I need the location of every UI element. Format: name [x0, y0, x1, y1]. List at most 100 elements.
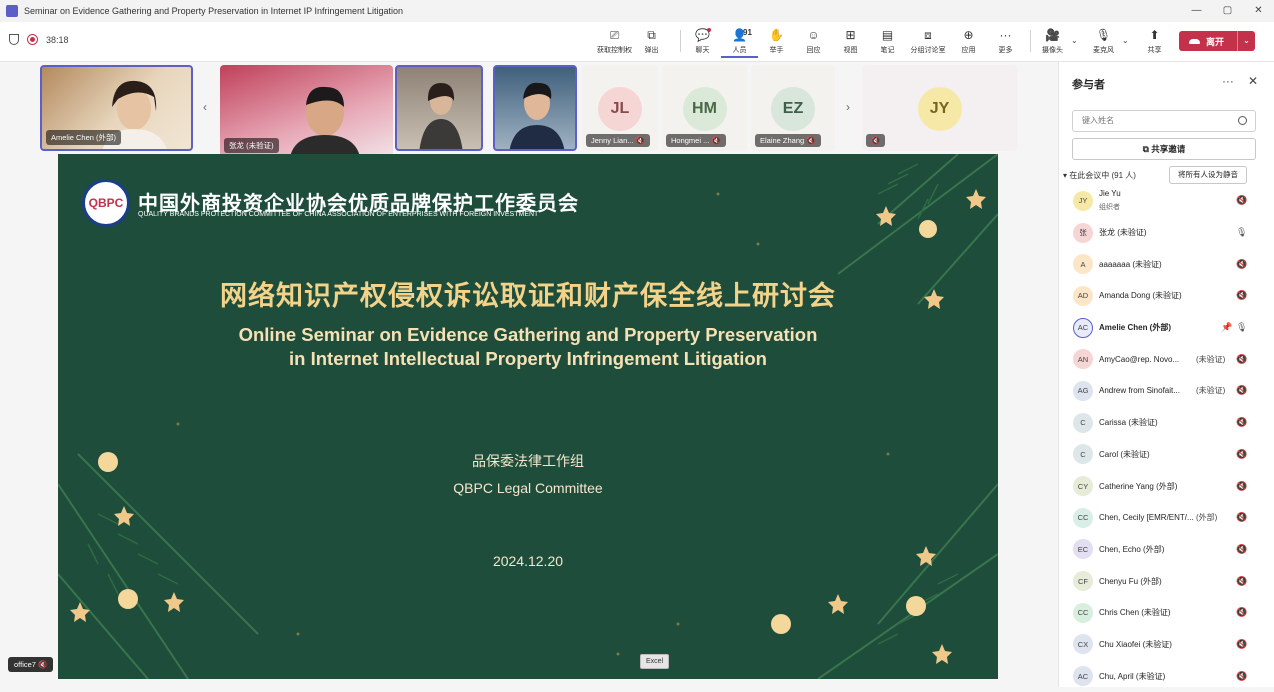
video-tile-elaine[interactable]: EZ Elaine Zhang 🔇: [751, 65, 835, 151]
mic-off-icon[interactable]: 🔇: [1236, 481, 1247, 492]
mic-on-icon[interactable]: 🎙: [1236, 322, 1247, 333]
mic-off-icon[interactable]: 🔇: [1236, 354, 1247, 365]
slide-title-cn: 网络知识产权侵权诉讼取证和财产保全线上研讨会: [220, 281, 836, 311]
participant-row[interactable]: AC Amelie Chen (外部) 📌 🎙: [1059, 312, 1274, 344]
participant-name: Chu Xiaofei (未验证): [1099, 639, 1172, 649]
mic-options-chevron-icon[interactable]: ⌄: [1122, 26, 1136, 58]
avatar: EZ: [771, 87, 815, 131]
mic-off-icon[interactable]: 🔇: [1236, 385, 1247, 396]
raise-hand-button[interactable]: ✋ 举手: [758, 26, 795, 58]
mic-button[interactable]: 🎙 麦克风: [1085, 26, 1122, 58]
participant-row[interactable]: CY Catherine Yang (外部) 🔇: [1059, 470, 1274, 502]
mic-off-icon[interactable]: 🔇: [1236, 195, 1247, 206]
participant-list: JY Jie Yu 组织者 🔇 张张龙 (未验证) 🎙 Aaaaaaaa (未验证) 🔇 AD A…: [1059, 185, 1274, 692]
excel-app-tag[interactable]: Excel: [640, 654, 670, 669]
video-tile-zhanglong[interactable]: 张龙 (未验证): [220, 65, 393, 157]
participant-row[interactable]: CC Chen, Cecily [EMR/ENT/... (外部) 🔇: [1059, 502, 1274, 534]
camera-button[interactable]: 🎥 摄像头: [1034, 26, 1071, 58]
mic-on-icon[interactable]: 🎙: [1236, 227, 1247, 238]
share-link-icon: ⧉: [1142, 144, 1149, 154]
people-button[interactable]: 👤 91 人员: [721, 26, 758, 58]
participant-row[interactable]: C Carissa (未验证) 🔇: [1059, 407, 1274, 439]
mic-off-icon[interactable]: 🔇: [1236, 417, 1247, 428]
avatar: AC: [1073, 666, 1093, 687]
video-tile-hongmei[interactable]: HM Hongmei ... 🔇: [662, 65, 747, 151]
mic-off-icon[interactable]: 🔇: [1236, 449, 1247, 460]
video-tile-amelie[interactable]: Amelie Chen (外部): [40, 65, 193, 151]
toolbar-divider: [680, 30, 681, 52]
camera-options-chevron-icon[interactable]: ⌄: [1071, 26, 1085, 58]
close-window-button[interactable]: ✕: [1243, 0, 1274, 22]
leave-button[interactable]: 离开 ⌄: [1179, 31, 1255, 51]
pin-icon[interactable]: 📌: [1221, 322, 1232, 333]
mute-all-button[interactable]: 将所有人设为静音: [1169, 166, 1247, 184]
mic-off-icon[interactable]: 🔇: [1236, 512, 1247, 523]
participant-tag: (外部): [1196, 513, 1218, 523]
collapse-chevron-icon: ▾: [1063, 171, 1068, 180]
video-tile-participant-4[interactable]: [493, 65, 577, 151]
participant-search-input[interactable]: 键入姓名: [1072, 110, 1256, 132]
meeting-stage: Amelie Chen (外部) ‹ 张龙 (未验证) JL Jenny Lia…: [0, 62, 1058, 687]
share-button[interactable]: ⬆ 共享: [1136, 26, 1173, 58]
meeting-status: 38:18: [9, 34, 69, 45]
avatar: CY: [1073, 476, 1093, 497]
shield-icon[interactable]: [9, 34, 19, 45]
tile-name: 张龙 (未验证): [224, 138, 279, 153]
participant-name: Amanda Dong (未验证): [1099, 291, 1182, 301]
react-button[interactable]: ☺ 回应: [795, 26, 832, 58]
breakout-rooms-button[interactable]: ⧈ 分组讨论室: [906, 26, 950, 58]
apps-button[interactable]: ⊕ 应用: [950, 26, 987, 58]
participant-row[interactable]: AD Amanda Dong (未验证) 🔇: [1059, 280, 1274, 312]
avatar: CC: [1073, 507, 1093, 528]
participant-row[interactable]: CX Chu Xiaofei (未验证) 🔇: [1059, 629, 1274, 661]
mic-off-icon: 🔇: [711, 136, 721, 145]
mic-off-icon[interactable]: 🔇: [1236, 607, 1247, 618]
carousel-next-icon[interactable]: ›: [846, 100, 850, 114]
participant-name: Carissa (未验证): [1099, 418, 1158, 428]
participant-row[interactable]: EC Chen, Echo (外部) 🔇: [1059, 534, 1274, 566]
video-tile-participant-3[interactable]: [395, 65, 483, 151]
leave-options-chevron-icon[interactable]: ⌄: [1237, 31, 1255, 51]
participant-name: 张龙 (未验证): [1099, 228, 1147, 238]
participant-row[interactable]: AN AmyCao@rep. Novo... (未验证) 🔇: [1059, 343, 1274, 375]
avatar: AG: [1073, 380, 1093, 401]
notes-button[interactable]: ▤ 笔记: [869, 26, 906, 58]
pop-out-button[interactable]: ⧉ 弹出: [633, 26, 670, 58]
carousel-prev-icon[interactable]: ‹: [203, 100, 207, 114]
avatar: C: [1073, 412, 1093, 433]
participant-row[interactable]: C Carol (未验证) 🔇: [1059, 439, 1274, 471]
more-button[interactable]: ··· 更多: [987, 26, 1024, 58]
minimize-button[interactable]: —: [1181, 0, 1212, 22]
mic-off-icon[interactable]: 🔇: [1236, 671, 1247, 682]
mic-off-icon[interactable]: 🔇: [1236, 576, 1247, 587]
mic-off-icon: 🔇: [806, 136, 816, 145]
close-panel-icon[interactable]: ✕: [1248, 74, 1258, 88]
video-tile-jieyu[interactable]: JY 🔇: [862, 65, 1017, 151]
participant-row[interactable]: JY Jie Yu 组织者 🔇: [1059, 185, 1274, 217]
participant-row[interactable]: AG Andrew from Sinofait... (未验证) 🔇: [1059, 375, 1274, 407]
more-options-icon[interactable]: ···: [1222, 74, 1234, 88]
participant-name: Catherine Yang (外部): [1099, 481, 1178, 491]
participant-row[interactable]: CC Chris Chen (未验证) 🔇: [1059, 597, 1274, 629]
pop-out-icon: ⧉: [647, 28, 656, 42]
participant-row[interactable]: AC Chu, April (未验证) 🔇: [1059, 660, 1274, 692]
participant-row[interactable]: Aaaaaaaa (未验证) 🔇: [1059, 248, 1274, 280]
participant-row[interactable]: CF Chenyu Fu (外部) 🔇: [1059, 565, 1274, 597]
mic-off-icon[interactable]: 🔇: [1236, 290, 1247, 301]
presenter-tag: office7 🔇: [8, 657, 54, 672]
maximize-button[interactable]: ▢: [1212, 0, 1243, 22]
share-invite-button[interactable]: ⧉ 共享邀请: [1072, 138, 1256, 160]
shared-slide: QBPC 中国外商投资企业协会优质品牌保护工作委员会 QUALITY BRAND…: [58, 154, 998, 679]
video-tile-jenny[interactable]: JL Jenny Lian... 🔇: [582, 65, 658, 151]
mic-off-icon[interactable]: 🔇: [1236, 259, 1247, 270]
event-date: 2024.12.20: [492, 553, 564, 569]
participant-name: Carol (未验证): [1099, 449, 1150, 459]
chat-button[interactable]: 💬 聊天: [684, 26, 721, 58]
mic-off-icon[interactable]: 🔇: [1236, 639, 1247, 650]
participant-row[interactable]: 张张龙 (未验证) 🎙: [1059, 217, 1274, 249]
view-button[interactable]: ⊞ 视图: [832, 26, 869, 58]
in-meeting-section-header[interactable]: ▾ 在此会议中 (91 人): [1063, 170, 1136, 181]
participant-name: Chris Chen (未验证): [1099, 608, 1171, 618]
mic-off-icon[interactable]: 🔇: [1236, 544, 1247, 555]
take-control-button[interactable]: ⎚ 获取控制权: [596, 26, 633, 58]
